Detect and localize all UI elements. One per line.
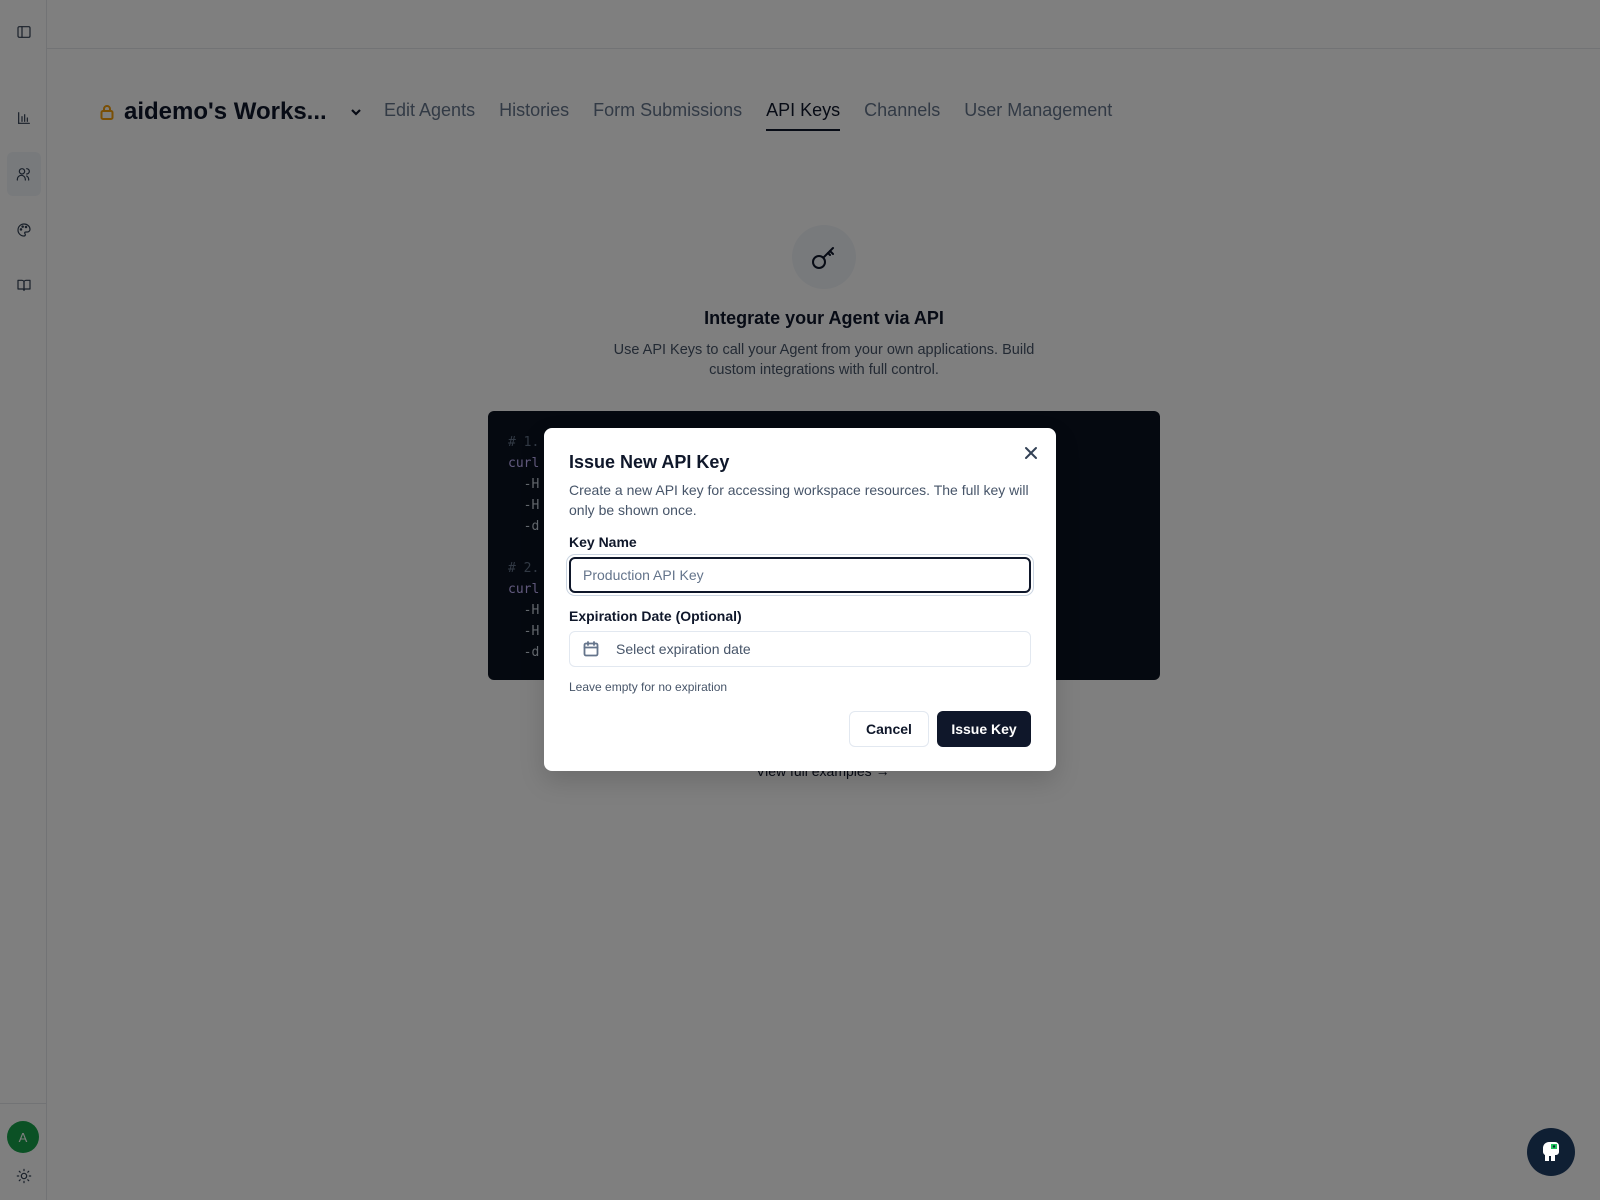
assistant-icon <box>1543 1142 1559 1161</box>
dialog-description: Create a new API key for accessing works… <box>569 482 1029 518</box>
cancel-button[interactable]: Cancel <box>849 711 929 747</box>
expiration-date-label: Expiration Date (Optional) <box>569 608 742 624</box>
key-name-label: Key Name <box>569 534 637 550</box>
issue-api-key-dialog: Issue New API Key Create a new API key f… <box>544 428 1056 771</box>
expiration-date-placeholder: Select expiration date <box>616 641 751 657</box>
key-name-input[interactable] <box>569 557 1031 593</box>
issue-key-button[interactable]: Issue Key <box>937 711 1031 747</box>
chat-launcher-button[interactable] <box>1527 1128 1575 1176</box>
expiration-hint: Leave empty for no expiration <box>569 680 728 694</box>
expiration-date-picker[interactable]: Select expiration date <box>569 631 1031 667</box>
calendar-icon <box>583 641 599 657</box>
dialog-title: Issue New API Key <box>569 452 730 472</box>
close-icon[interactable] <box>1022 444 1040 462</box>
